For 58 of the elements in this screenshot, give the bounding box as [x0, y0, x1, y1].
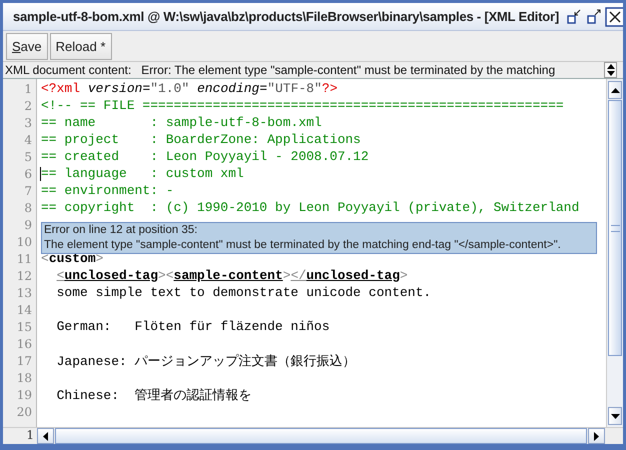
- code-line: == language : custom xml: [41, 166, 244, 181]
- right-arrow-icon: [594, 432, 599, 440]
- scroll-up-button[interactable]: [608, 81, 622, 99]
- scroll-down-button[interactable]: [608, 407, 622, 425]
- scroll-thumb[interactable]: [608, 100, 622, 356]
- minimize-icon[interactable]: [564, 8, 583, 26]
- code-line: some simple text to demonstrate unicode content.: [56, 285, 432, 300]
- scroll-left-button[interactable]: [37, 428, 54, 444]
- line-number: 12: [16, 268, 32, 282]
- scroll-right-button[interactable]: [588, 428, 605, 444]
- code-line: Japanese: パージョンアップ注文書（銀行振込）: [56, 352, 356, 370]
- down-arrow-icon: [610, 414, 620, 418]
- line-number: 18: [16, 370, 32, 384]
- up-arrow-icon: [606, 64, 614, 69]
- close-icon[interactable]: [604, 6, 623, 26]
- line-number: 13: [16, 286, 32, 300]
- line-number: 6: [23, 166, 32, 180]
- code-line: == name : sample-utf-8-bom.xml: [41, 115, 322, 130]
- code-line: == environment: -: [41, 183, 174, 198]
- tooltip-text: The element type "sample-content" must be terminated by the matching end-tag "</sample-content>".: [44, 238, 562, 253]
- line-number: 8: [23, 200, 32, 214]
- line-number: 11: [16, 252, 32, 266]
- code-line: <?xml version="1.0" encoding="UTF-8"?>: [41, 81, 338, 96]
- line-number: 5: [23, 150, 32, 164]
- reload-button[interactable]: Reload *: [50, 32, 112, 60]
- line-number: 20: [16, 404, 32, 418]
- code-line: German: Flöten für fläzende niños: [56, 319, 330, 334]
- up-arrow-icon: [610, 88, 620, 92]
- tooltip-text: Error on line 12 at position 35:: [44, 223, 198, 238]
- code-line: Chinese: 管理者の認証情報を: [56, 386, 252, 404]
- line-number: 17: [16, 354, 32, 368]
- line-number: 7: [23, 184, 32, 198]
- code-line: == created : Leon Poyyayil - 2008.07.12: [41, 149, 369, 164]
- line-number: 10: [16, 234, 32, 248]
- line-number: 4: [23, 132, 32, 146]
- error-message: Error: The element type "sample-content" must be terminated by the matching: [141, 63, 556, 77]
- line-number: 15: [16, 320, 32, 334]
- maximize-icon[interactable]: [584, 8, 603, 26]
- line-number: 14: [16, 302, 32, 316]
- code-line: == copyright : (c) 1990-2010 by Leon Poyyayil (private), Switzerland: [41, 200, 580, 215]
- spinner[interactable]: [604, 62, 617, 78]
- vertical-scrollbar[interactable]: [606, 79, 623, 427]
- line-number: 1: [25, 428, 35, 444]
- line-number: 9: [23, 218, 32, 232]
- save-button[interactable]: Save: [6, 32, 48, 60]
- code-line: <!-- == FILE ======================================================: [41, 98, 564, 113]
- line-number: 1: [23, 82, 32, 96]
- code-line: <unclosed-tag><sample-content></unclosed-tag>: [56, 268, 408, 283]
- status-label: XML document content:: [5, 63, 132, 77]
- line-number: 19: [16, 388, 32, 402]
- left-arrow-icon: [43, 432, 48, 440]
- code-line: <custom>: [41, 251, 104, 266]
- line-number: 16: [16, 336, 32, 350]
- down-arrow-icon: [606, 71, 614, 76]
- line-number: 2: [23, 98, 32, 112]
- line-number: 3: [23, 116, 32, 130]
- window-title: sample-utf-8-bom.xml @ W:\sw\java\bz\products\FileBrowser\binary\samples - [XML Editor]: [13, 9, 559, 24]
- code-line: == project : BoarderZone: Applications: [41, 132, 361, 147]
